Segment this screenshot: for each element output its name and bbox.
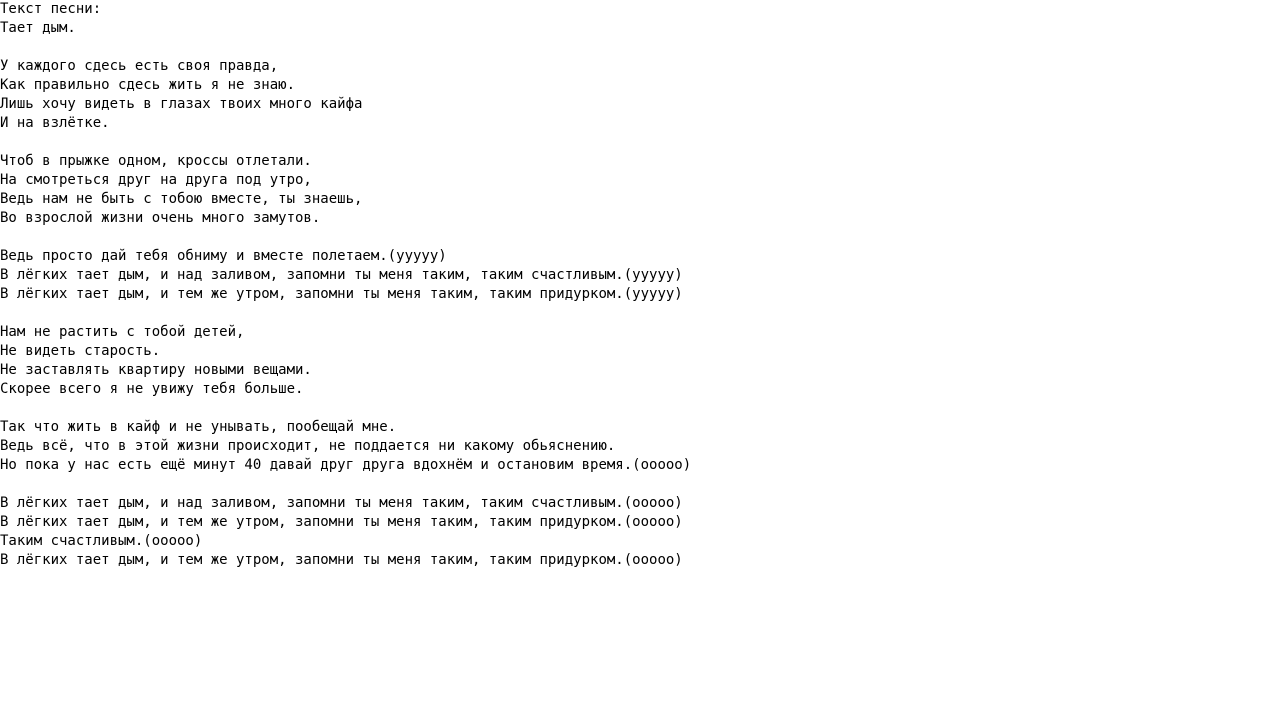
lyrics-text: Текст песни: Тает дым. У каждого сдесь е… xyxy=(0,0,1280,570)
